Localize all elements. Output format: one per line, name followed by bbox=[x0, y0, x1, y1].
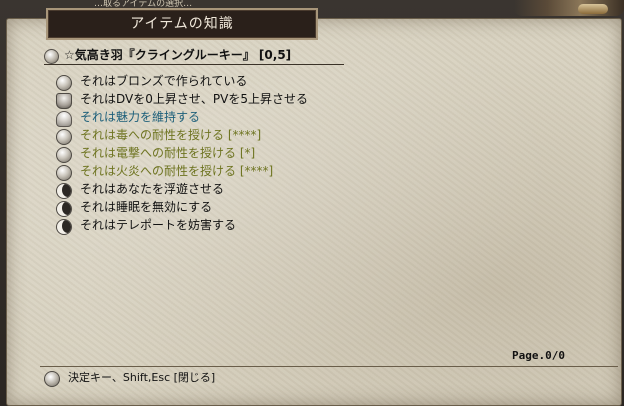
item-bullet-icon bbox=[44, 49, 59, 64]
property-row: それはあなたを浮遊させる bbox=[56, 182, 376, 199]
circle-gem-icon bbox=[56, 147, 72, 163]
property-text: それはブロンズで作られている bbox=[80, 74, 248, 88]
property-text: それは睡眠を無効にする bbox=[80, 200, 213, 214]
circle-gem-icon bbox=[56, 129, 72, 145]
property-text: それはDVを0上昇させ、PVを5上昇させる bbox=[80, 92, 308, 106]
property-row: それは毒への耐性を授ける [****] bbox=[56, 128, 376, 145]
property-row: それはDVを0上昇させ、PVを5上昇させる bbox=[56, 92, 376, 109]
item-heading-row: ☆気高き羽『クライングルーキー』 [0,5] bbox=[44, 48, 344, 64]
property-text: それは電撃への耐性を授ける [*] bbox=[80, 146, 256, 160]
window-title: アイテムの知識 bbox=[46, 8, 318, 40]
property-row: それはブロンズで作られている bbox=[56, 74, 376, 91]
property-row: それは電撃への耐性を授ける [*] bbox=[56, 146, 376, 163]
crescent-icon bbox=[56, 201, 72, 217]
hint-bulb-icon bbox=[44, 371, 60, 387]
property-text: それはあなたを浮遊させる bbox=[80, 182, 225, 196]
property-text: それは毒への耐性を授ける [****] bbox=[80, 128, 262, 142]
property-row: それは睡眠を無効にする bbox=[56, 200, 376, 217]
property-text: それは魅力を維持する bbox=[80, 110, 201, 124]
circle-gem-icon bbox=[56, 75, 72, 91]
armor-icon bbox=[56, 93, 72, 109]
footer-hint: 決定キー、Shift,Esc [閉じる] bbox=[44, 370, 444, 387]
background-window-title: …取るアイテムの選択… bbox=[94, 0, 193, 8]
crescent-icon bbox=[56, 219, 72, 235]
heading-underline bbox=[44, 64, 344, 65]
property-row: それは魅力を維持する bbox=[56, 110, 376, 127]
property-text: それはテレポートを妨害する bbox=[80, 218, 237, 232]
footer-hint-text: 決定キー、Shift,Esc [閉じる] bbox=[68, 371, 216, 384]
property-row: それはテレポートを妨害する bbox=[56, 218, 376, 235]
crescent-icon bbox=[56, 183, 72, 199]
footer-divider bbox=[40, 366, 618, 367]
scroll-ornament-icon bbox=[578, 4, 608, 14]
property-text: それは火炎への耐性を授ける [****] bbox=[80, 164, 274, 178]
circle-gem-icon bbox=[56, 165, 72, 181]
property-row: それは火炎への耐性を授ける [****] bbox=[56, 164, 376, 181]
item-name: ☆気高き羽『クライングルーキー』 [0,5] bbox=[64, 48, 292, 62]
page-indicator: Page.0/0 bbox=[512, 349, 565, 362]
figure-icon bbox=[56, 111, 72, 127]
